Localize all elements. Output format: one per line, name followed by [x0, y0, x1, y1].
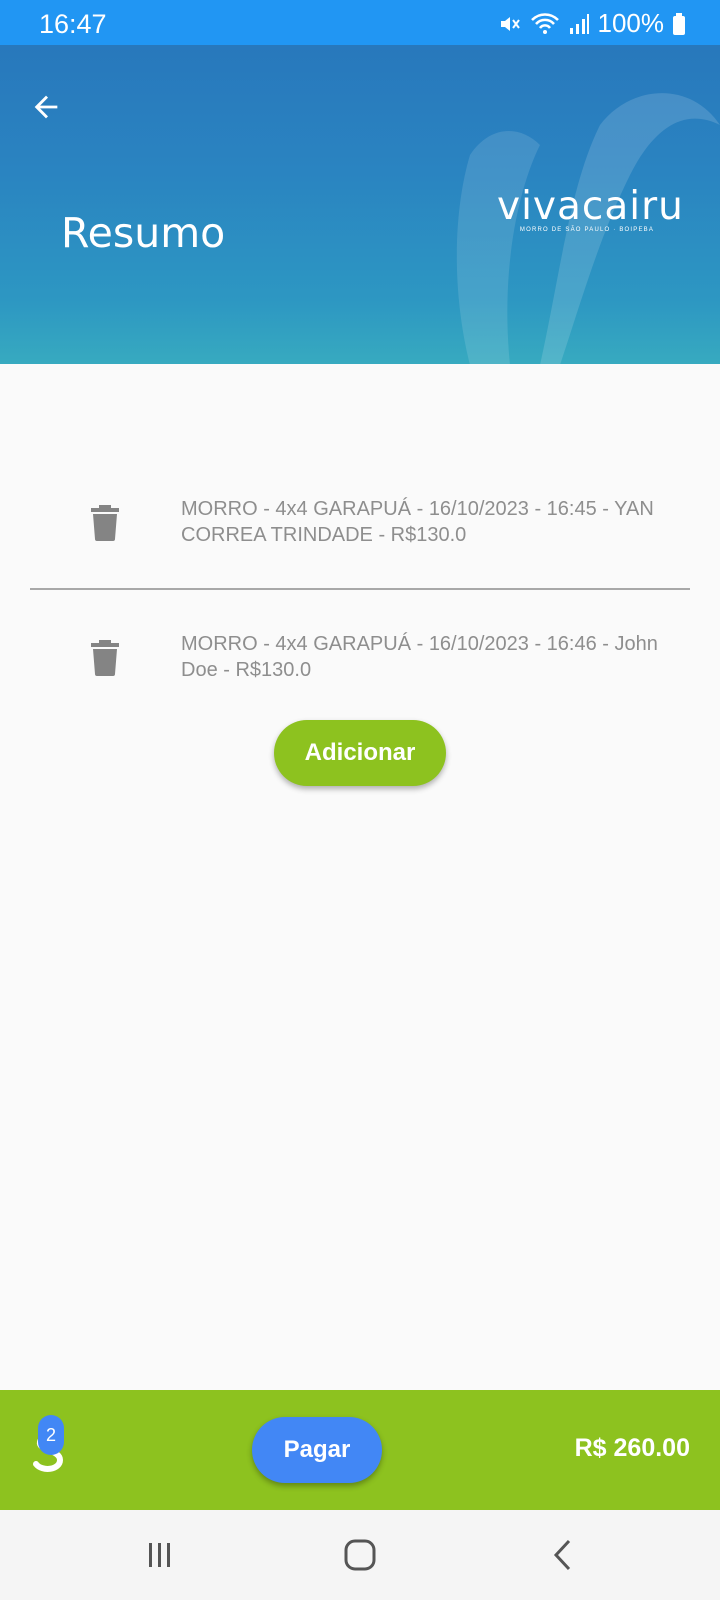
pay-button[interactable]: Pagar [252, 1417, 382, 1483]
divider [30, 588, 690, 590]
status-time: 16:47 [39, 9, 107, 39]
back-button[interactable] [24, 85, 68, 129]
mute-icon [498, 12, 522, 36]
checkout-bar: 2 Pagar R$ 260.00 [0, 1390, 720, 1510]
back-nav-button[interactable] [533, 1532, 593, 1578]
cart-count-badge: 2 [38, 1415, 64, 1455]
trash-icon[interactable] [90, 505, 120, 541]
status-icons: 100% [498, 8, 687, 39]
logo-word: vivacairu [497, 184, 684, 229]
cart-item: MORRO - 4x4 GARAPUÁ - 16/10/2023 - 16:46… [0, 633, 720, 700]
battery-percent: 100% [597, 8, 665, 38]
signal-icon [568, 12, 590, 36]
logo-subtitle: MORRO DE SÃO PAULO · BOIPEBA [519, 227, 655, 233]
add-button[interactable]: Adicionar [274, 720, 446, 786]
brand-logo: vivacairu MORRO DE SÃO PAULO · BOIPEBA [497, 184, 684, 234]
trash-icon[interactable] [90, 640, 120, 676]
wifi-icon [530, 12, 560, 36]
home-icon [344, 1539, 376, 1571]
status-bar: 16:47 100% [0, 0, 720, 45]
chevron-left-icon [553, 1539, 571, 1571]
cart-item: MORRO - 4x4 GARAPUÁ - 16/10/2023 - 16:45… [0, 498, 720, 565]
total-amount: R$ 260.00 [574, 1434, 690, 1462]
system-nav-bar [0, 1510, 720, 1600]
header: Resumo vivacairu MORRO DE SÃO PAULO · BO… [0, 45, 720, 364]
page-title: Resumo [61, 209, 226, 257]
cart-item-text: MORRO - 4x4 GARAPUÁ - 16/10/2023 - 16:45… [181, 498, 654, 546]
recent-apps-button[interactable] [130, 1532, 190, 1578]
home-button[interactable] [330, 1532, 390, 1578]
recent-apps-icon [149, 1543, 170, 1567]
cart-item-text: MORRO - 4x4 GARAPUÁ - 16/10/2023 - 16:46… [181, 633, 658, 681]
battery-icon [672, 12, 686, 36]
arrow-left-icon [34, 95, 58, 119]
